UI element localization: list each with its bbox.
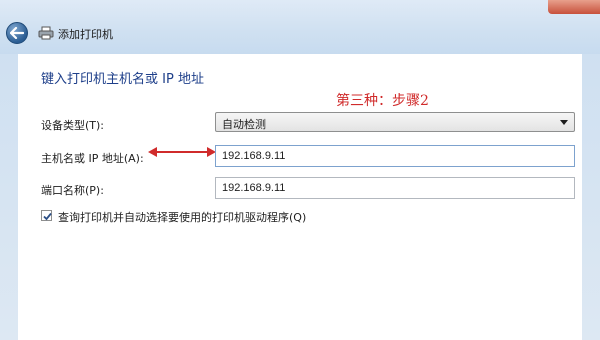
chevron-down-icon bbox=[560, 120, 568, 125]
printer-icon bbox=[38, 26, 54, 40]
wizard-content: 键入打印机主机名或 IP 地址 第三种：步骤2 设备类型(T): 自动检测 主机… bbox=[18, 54, 582, 340]
page-heading: 键入打印机主机名或 IP 地址 bbox=[41, 72, 204, 87]
close-button[interactable] bbox=[548, 0, 600, 14]
double-arrow-annotation-icon bbox=[148, 147, 216, 157]
port-name-label: 端口名称(P): bbox=[41, 184, 104, 197]
hostname-input[interactable]: 192.168.9.11 bbox=[215, 145, 575, 167]
port-name-value: 192.168.9.11 bbox=[222, 182, 286, 194]
window-title: 添加打印机 bbox=[58, 28, 113, 41]
checkmark-icon bbox=[43, 212, 52, 221]
device-type-label: 设备类型(T): bbox=[41, 119, 105, 132]
hostname-label: 主机名或 IP 地址(A): bbox=[41, 152, 144, 165]
annotation-text: 第三种：步骤2 bbox=[336, 93, 429, 109]
window-frame-right bbox=[582, 54, 600, 340]
back-arrow-icon bbox=[10, 27, 24, 39]
window-frame-left bbox=[0, 54, 18, 340]
query-printer-label[interactable]: 查询打印机并自动选择要使用的打印机驱动程序(Q) bbox=[58, 209, 306, 225]
back-button[interactable] bbox=[6, 22, 28, 44]
port-name-input[interactable]: 192.168.9.11 bbox=[215, 177, 575, 199]
hostname-value: 192.168.9.11 bbox=[222, 150, 286, 162]
device-type-value: 自动检测 bbox=[222, 118, 266, 131]
device-type-select[interactable]: 自动检测 bbox=[215, 112, 575, 132]
query-printer-checkbox[interactable] bbox=[41, 210, 52, 221]
